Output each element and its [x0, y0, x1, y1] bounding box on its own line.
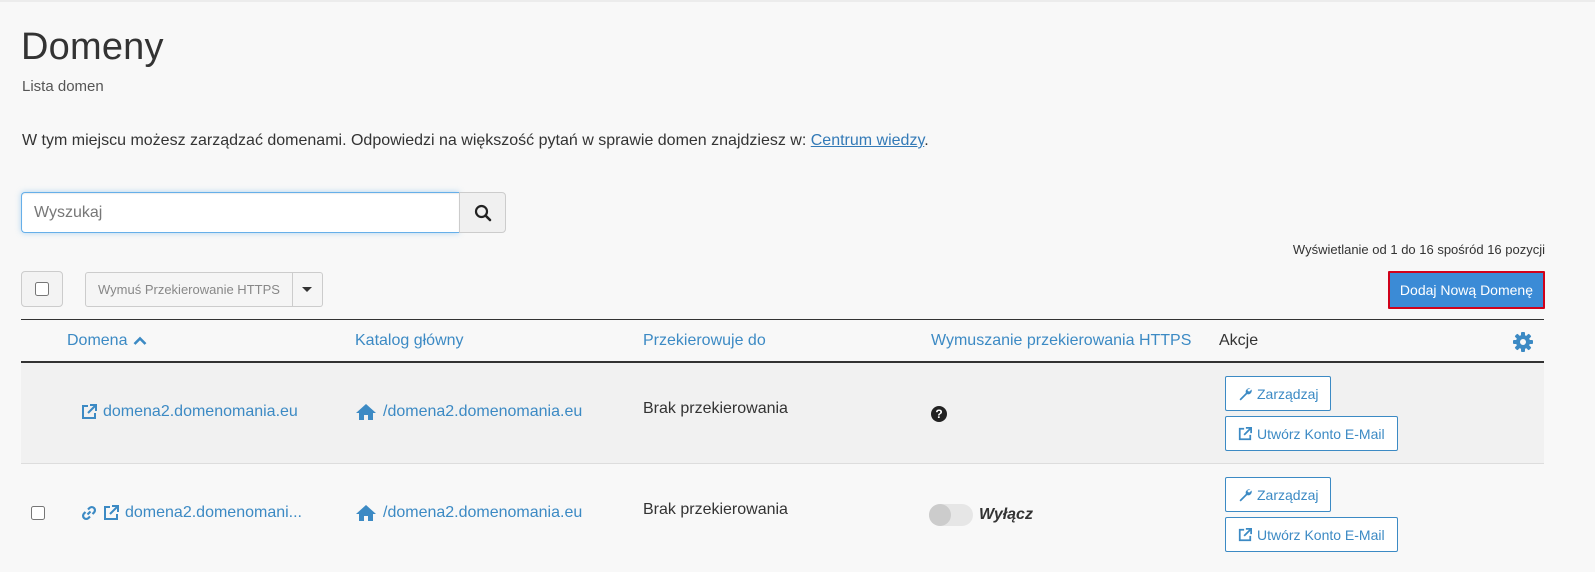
domain-cell: domena2.domenomani... [81, 504, 302, 522]
external-link-icon[interactable] [81, 404, 97, 420]
wrench-icon [1239, 387, 1252, 400]
page-subtitle: Lista domen [22, 78, 104, 95]
intro-paragraph: W tym miejscu możesz zarządzać domenami.… [22, 132, 929, 150]
force-https-button[interactable]: Wymuś Przekierowanie HTTPS [85, 272, 293, 307]
redirect-cell: Brak przekierowania [643, 400, 788, 417]
page-title: Domeny [21, 26, 164, 68]
select-all-checkbox[interactable] [35, 282, 49, 296]
question-circle-icon[interactable]: ? [931, 406, 947, 422]
bulk-action-group: Wymuś Przekierowanie HTTPS [85, 272, 323, 307]
https-cell: ? [931, 406, 947, 422]
search-button[interactable] [459, 192, 506, 233]
manage-button[interactable]: Zarządzaj [1225, 477, 1332, 512]
column-header-redirect[interactable]: Przekierowuje do [643, 332, 766, 350]
domain-link[interactable]: domena2.domenomani... [125, 504, 302, 522]
search-icon [474, 204, 491, 221]
toggle-knob [929, 504, 951, 526]
redirect-cell: Brak przekierowania [643, 501, 788, 518]
caret-down-icon [302, 287, 313, 292]
row-checkbox[interactable] [31, 506, 45, 520]
create-email-account-button[interactable]: Utwórz Konto E-Mail [1225, 416, 1398, 451]
manage-label: Zarządzaj [1257, 385, 1319, 402]
create-email-label: Utwórz Konto E-Mail [1257, 526, 1385, 543]
top-border [0, 0, 1595, 2]
column-header-https[interactable]: Wymuszanie przekierowania HTTPS [931, 332, 1191, 350]
table-header: Domena Katalog główny Przekierowuje do W… [21, 319, 1544, 363]
pagination-summary: Wyświetlanie od 1 do 16 spośród 16 pozyc… [1292, 242, 1545, 257]
add-new-domain-button[interactable]: Dodaj Nową Domenę [1387, 271, 1545, 309]
column-header-actions: Akcje [1219, 332, 1259, 349]
domain-link[interactable]: domena2.domenomania.eu [103, 403, 298, 421]
chevron-up-icon [134, 336, 147, 345]
column-header-domain[interactable]: Domena [67, 332, 147, 350]
search-input[interactable] [21, 192, 459, 233]
create-email-account-button[interactable]: Utwórz Konto E-Mail [1225, 517, 1398, 552]
column-header-root[interactable]: Katalog główny [355, 332, 464, 350]
home-icon [356, 505, 376, 521]
wrench-icon [1239, 488, 1252, 501]
external-link-icon [1238, 426, 1252, 440]
bulk-action-dropdown[interactable] [292, 272, 323, 307]
external-link-icon [1238, 527, 1252, 541]
column-label-domain: Domena [67, 332, 128, 349]
root-directory-link[interactable]: /domena2.domenomania.eu [383, 403, 582, 421]
https-cell: Wyłącz [929, 504, 1033, 526]
table-settings-button[interactable] [1512, 331, 1534, 358]
gear-icon [1513, 332, 1533, 352]
domain-cell: domena2.domenomania.eu [81, 403, 298, 421]
table-row: domena2.domenomani... /domena2.domenoman… [21, 464, 1544, 560]
manage-button[interactable]: Zarządzaj [1225, 376, 1332, 411]
knowledge-center-link[interactable]: Centrum wiedzy [811, 132, 925, 149]
link-icon[interactable] [81, 505, 97, 521]
https-toggle-label: Wyłącz [979, 506, 1033, 523]
root-directory-link[interactable]: /domena2.domenomania.eu [383, 504, 582, 522]
row-select[interactable] [31, 506, 45, 520]
search-group [21, 192, 506, 233]
create-email-label: Utwórz Konto E-Mail [1257, 425, 1385, 442]
https-toggle[interactable] [929, 504, 973, 526]
select-all-wrapper[interactable] [21, 271, 63, 307]
home-icon [356, 404, 376, 420]
domains-table: Domena Katalog główny Przekierowuje do W… [21, 319, 1544, 560]
external-link-icon[interactable] [103, 505, 119, 521]
root-cell: /domena2.domenomania.eu [355, 504, 582, 522]
table-row: domena2.domenomania.eu /domena2.domenoma… [21, 363, 1544, 464]
intro-text: W tym miejscu możesz zarządzać domenami.… [22, 132, 811, 149]
intro-end: . [924, 132, 929, 149]
manage-label: Zarządzaj [1257, 486, 1319, 503]
root-cell: /domena2.domenomania.eu [355, 403, 582, 421]
